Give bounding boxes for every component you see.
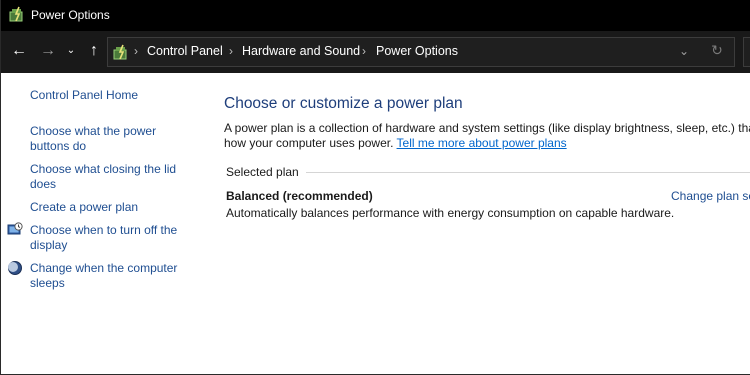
page-title: Choose or customize a power plan — [224, 95, 463, 112]
sidebar-item-computer-sleeps[interactable]: Change when the computer sleeps — [30, 261, 195, 291]
sidebar-item-turn-off-display[interactable]: Choose when to turn off the display — [30, 223, 195, 253]
selected-plan-label: Selected plan — [226, 165, 299, 179]
window-border — [0, 0, 1, 375]
title-bar: Power Options — [0, 0, 750, 31]
sidebar-item-label: Choose when to turn off the — [30, 223, 178, 237]
main-content: Choose or customize a power plan A power… — [200, 73, 750, 375]
breadcrumb-hardware-and-sound[interactable]: Hardware and Sound — [242, 44, 360, 58]
window-title: Power Options — [31, 8, 110, 22]
section-divider — [306, 172, 750, 173]
sidebar-item-create-plan[interactable]: Create a power plan — [30, 200, 195, 215]
breadcrumb-control-panel[interactable]: Control Panel — [147, 44, 223, 58]
sidebar-item-label: display — [30, 238, 68, 252]
sidebar-item-closing-lid[interactable]: Choose what closing the lid does — [30, 162, 195, 192]
breadcrumb-separator: › — [362, 44, 366, 58]
arrow-up-icon: ↑ — [90, 42, 98, 59]
up-button[interactable]: ↑ — [82, 39, 106, 63]
description-text: how your computer uses power. — [224, 136, 394, 150]
address-bar[interactable]: › Control Panel › Hardware and Sound › P… — [107, 37, 735, 67]
refresh-icon[interactable]: ↻ — [708, 42, 726, 60]
page-description: A power plan is a collection of hardware… — [224, 121, 750, 151]
chevron-down-icon: ⌄ — [66, 45, 76, 56]
navigation-bar: ← → ⌄ ↑ › Control Panel › Hardware and S… — [0, 31, 750, 73]
task-pane: Control Panel Home Choose what the power… — [0, 73, 200, 375]
plan-name: Balanced (recommended) — [226, 189, 373, 203]
back-button[interactable]: ← — [7, 39, 31, 63]
breadcrumb-power-options[interactable]: Power Options — [376, 44, 458, 58]
sidebar-item-label: Choose what the power — [30, 124, 157, 138]
control-panel-home-link[interactable]: Control Panel Home — [30, 88, 195, 103]
breadcrumb-separator: › — [229, 44, 233, 58]
tell-me-more-link[interactable]: Tell me more about power plans — [397, 136, 567, 150]
power-options-icon — [113, 44, 127, 60]
address-dropdown-button[interactable]: ⌄ — [676, 44, 692, 60]
sidebar-item-label: Choose what closing the lid — [30, 162, 177, 176]
sidebar-item-label: sleeps — [30, 276, 65, 290]
description-line: how your computer uses power. Tell me mo… — [224, 136, 750, 151]
sidebar-item-label: buttons do — [30, 139, 87, 153]
breadcrumb-separator: › — [134, 44, 138, 58]
change-plan-settings-link[interactable]: Change plan se — [671, 189, 750, 203]
plan-description: Automatically balances performance with … — [226, 206, 675, 220]
arrow-left-icon: ← — [11, 42, 27, 59]
sidebar-item-label: Create a power plan — [30, 200, 139, 214]
search-box[interactable] — [743, 37, 750, 67]
moon-sleep-icon — [8, 261, 22, 275]
display-clock-icon — [7, 222, 23, 235]
sidebar-item-label: Change when the computer — [30, 261, 178, 275]
sidebar-item-power-buttons[interactable]: Choose what the power buttons do — [30, 124, 195, 154]
forward-button[interactable]: → — [36, 39, 60, 63]
sidebar-item-label: does — [30, 177, 57, 191]
recent-locations-button[interactable]: ⌄ — [64, 39, 78, 63]
power-options-icon — [9, 6, 23, 22]
description-line: A power plan is a collection of hardware… — [224, 121, 750, 135]
arrow-right-icon: → — [40, 42, 56, 59]
